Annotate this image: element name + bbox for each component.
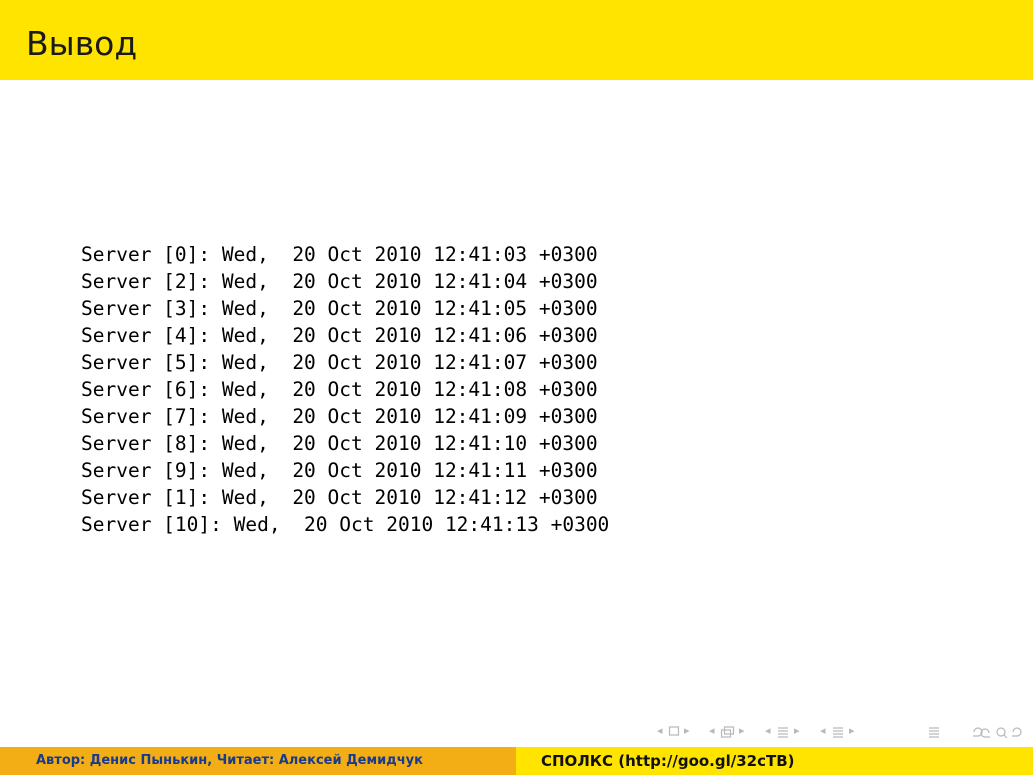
code-line: Server [6]: Wed, 20 Oct 2010 12:41:08 +0… bbox=[81, 378, 598, 401]
code-line: Server [9]: Wed, 20 Oct 2010 12:41:11 +0… bbox=[81, 459, 598, 482]
subsection-icon[interactable] bbox=[720, 722, 736, 740]
footer-author-box: Автор: Денис Пынькин, Читает: Алексей Де… bbox=[0, 747, 516, 775]
code-line: Server [1]: Wed, 20 Oct 2010 12:41:12 +0… bbox=[81, 486, 598, 509]
document-icon[interactable] bbox=[831, 722, 845, 740]
next-subsection-icon[interactable]: ▸ bbox=[739, 722, 745, 740]
code-line: Server [3]: Wed, 20 Oct 2010 12:41:05 +0… bbox=[81, 297, 598, 320]
footer-author: Автор: Денис Пынькин, Читает: Алексей Де… bbox=[36, 753, 423, 768]
frame-icon[interactable] bbox=[668, 722, 680, 740]
prev-section-icon[interactable]: ◂ bbox=[765, 722, 771, 740]
footer-course-title: СПОЛКС (http://goo.gl/32cTB) bbox=[541, 752, 795, 770]
slide-title: Вывод bbox=[26, 24, 138, 63]
footer-title-box: СПОЛКС (http://goo.gl/32cTB) bbox=[516, 747, 1033, 775]
code-line: Server [10]: Wed, 20 Oct 2010 12:41:13 +… bbox=[81, 513, 610, 536]
code-line: Server [2]: Wed, 20 Oct 2010 12:41:04 +0… bbox=[81, 270, 598, 293]
prev-document-icon[interactable]: ◂ bbox=[820, 722, 826, 740]
section-icon[interactable] bbox=[776, 722, 790, 740]
code-line: Server [8]: Wed, 20 Oct 2010 12:41:10 +0… bbox=[81, 432, 598, 455]
title-bar: Вывод bbox=[0, 0, 1033, 80]
code-line: Server [5]: Wed, 20 Oct 2010 12:41:07 +0… bbox=[81, 351, 598, 374]
next-frame-icon[interactable]: ▸ bbox=[684, 722, 690, 740]
next-section-icon[interactable]: ▸ bbox=[794, 722, 800, 740]
prev-frame-icon[interactable]: ◂ bbox=[657, 722, 663, 740]
code-output: Server [0]: Wed, 20 Oct 2010 12:41:03 +0… bbox=[81, 241, 609, 538]
code-line: Server [0]: Wed, 20 Oct 2010 12:41:03 +0… bbox=[81, 243, 598, 266]
slide: Вывод Server [0]: Wed, 20 Oct 2010 12:41… bbox=[0, 0, 1033, 775]
align-icon[interactable] bbox=[927, 722, 941, 740]
code-line: Server [4]: Wed, 20 Oct 2010 12:41:06 +0… bbox=[81, 324, 598, 347]
search-icon[interactable] bbox=[971, 722, 1025, 740]
code-line: Server [7]: Wed, 20 Oct 2010 12:41:09 +0… bbox=[81, 405, 598, 428]
prev-subsection-icon[interactable]: ◂ bbox=[709, 722, 715, 740]
next-document-icon[interactable]: ▸ bbox=[849, 722, 855, 740]
